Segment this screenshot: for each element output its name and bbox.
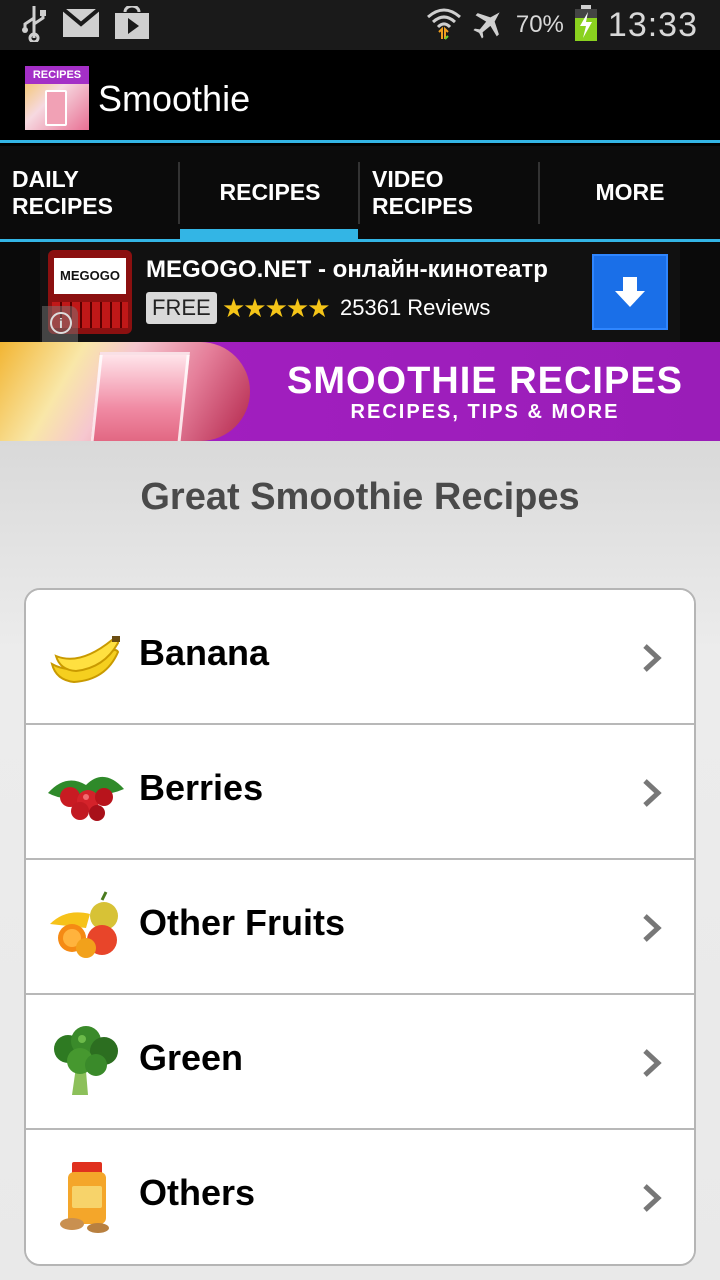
tab-more[interactable]: MORE bbox=[540, 146, 720, 239]
glass-icon bbox=[45, 90, 67, 126]
tab-recipes[interactable]: RECIPES bbox=[180, 146, 360, 239]
list-item-others[interactable]: Others bbox=[26, 1130, 694, 1264]
app-icon[interactable]: RECIPES bbox=[25, 66, 89, 130]
tab-label: RECIPES bbox=[219, 179, 321, 205]
list-item-other-fruits[interactable]: Other Fruits bbox=[26, 860, 694, 995]
promo-banner: SMOOTHIE RECIPES RECIPES, TIPS & MORE bbox=[0, 342, 720, 441]
ad-logo-text: MEGOGO bbox=[54, 258, 126, 294]
airplane-icon bbox=[472, 6, 506, 45]
app-title: Smoothie bbox=[98, 78, 251, 119]
page-title: Great Smoothie Recipes bbox=[140, 476, 580, 518]
status-bar: 70% 13:33 bbox=[0, 0, 720, 50]
download-button[interactable] bbox=[592, 254, 668, 330]
smoothie-glass-image bbox=[90, 352, 190, 441]
category-list: Banana Berries Other Fruits Green Others bbox=[24, 588, 696, 1266]
notification-icons bbox=[20, 4, 150, 47]
item-label: Banana bbox=[139, 632, 270, 673]
tab-daily-recipes[interactable]: DAILY RECIPES bbox=[0, 146, 180, 239]
banana-icon bbox=[50, 636, 120, 684]
chevron-right-icon bbox=[643, 1049, 662, 1077]
ad-price-badge: FREE bbox=[146, 292, 217, 324]
info-icon: i bbox=[50, 312, 72, 334]
play-store-icon bbox=[114, 4, 150, 45]
item-label: Others bbox=[139, 1172, 256, 1213]
ad-content[interactable]: MEGOGO i MEGOGO.NET - онлайн-кинотеатр F… bbox=[40, 242, 680, 342]
tab-label: VIDEO RECIPES bbox=[372, 165, 473, 219]
fruits-icon bbox=[50, 891, 118, 958]
main-content: Great Smoothie Recipes Banana Berries Ot… bbox=[0, 441, 720, 1280]
gmail-icon bbox=[61, 6, 101, 43]
chevron-right-icon bbox=[643, 779, 662, 807]
ad-info-button[interactable]: i bbox=[42, 306, 78, 342]
usb-icon bbox=[20, 4, 48, 47]
chevron-right-icon bbox=[643, 914, 662, 942]
banner-subtitle: RECIPES, TIPS & MORE bbox=[350, 401, 620, 423]
list-item-banana[interactable]: Banana bbox=[26, 590, 694, 725]
download-arrow-icon bbox=[615, 277, 645, 307]
chevron-right-icon bbox=[643, 1184, 662, 1212]
item-label: Green bbox=[139, 1037, 244, 1078]
broccoli-icon bbox=[54, 1026, 118, 1095]
chevron-right-icon bbox=[643, 644, 662, 672]
tab-label: DAILY RECIPES bbox=[12, 165, 113, 219]
tab-bar: DAILY RECIPES RECIPES VIDEO RECIPES MORE bbox=[0, 146, 720, 242]
item-label: Other Fruits bbox=[139, 902, 346, 943]
smoothie-photo bbox=[0, 342, 250, 441]
tab-video-recipes[interactable]: VIDEO RECIPES bbox=[360, 146, 540, 239]
ad-banner[interactable]: MEGOGO i MEGOGO.NET - онлайн-кинотеатр F… bbox=[0, 242, 720, 342]
ad-reviews: 25361 Reviews bbox=[340, 295, 491, 320]
jar-icon bbox=[60, 1162, 109, 1233]
banner-title: SMOOTHIE RECIPES bbox=[286, 360, 684, 402]
wifi-icon bbox=[426, 5, 462, 46]
ad-title: MEGOGO.NET - онлайн-кинотеатр bbox=[146, 256, 548, 283]
app-icon-tag: RECIPES bbox=[25, 66, 89, 84]
berries-icon bbox=[48, 776, 124, 821]
tab-label: MORE bbox=[595, 179, 665, 205]
clock: 13:33 bbox=[607, 5, 698, 44]
item-label: Berries bbox=[139, 767, 264, 808]
list-item-green[interactable]: Green bbox=[26, 995, 694, 1130]
battery-charging-icon bbox=[574, 4, 598, 47]
ad-rating-stars: ★★★★★ bbox=[222, 293, 331, 323]
battery-percent: 70% bbox=[515, 11, 564, 38]
list-item-berries[interactable]: Berries bbox=[26, 725, 694, 860]
system-icons: 70% 13:33 bbox=[426, 4, 698, 46]
action-bar: RECIPES Smoothie bbox=[0, 50, 720, 143]
